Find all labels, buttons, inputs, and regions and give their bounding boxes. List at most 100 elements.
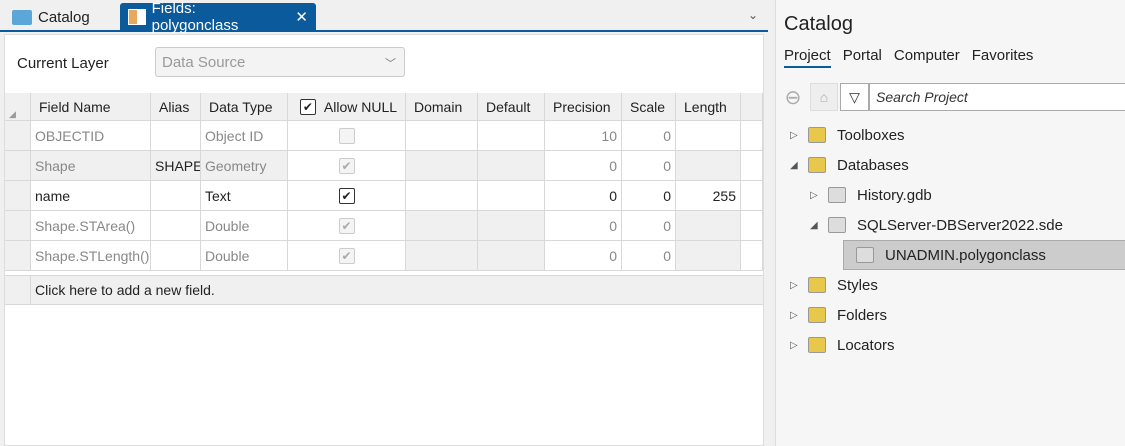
tree-item[interactable]: ▷ Folders (776, 300, 1125, 330)
tab-computer[interactable]: Computer (894, 47, 960, 68)
row-header[interactable] (5, 121, 31, 150)
cell-scale[interactable]: 0 (622, 241, 676, 270)
cell-default[interactable] (478, 211, 545, 240)
cell-precision[interactable]: 0 (545, 181, 622, 210)
column-header[interactable]: ✔ Allow NULL (288, 93, 406, 120)
cell-alias[interactable] (151, 181, 201, 210)
table-row[interactable]: name Text ✔ 0 0 255 (5, 181, 763, 211)
cell-default[interactable] (478, 121, 545, 150)
column-header[interactable]: Field Name (31, 93, 151, 120)
cell-allow-null[interactable]: ✔ (288, 181, 406, 210)
tab-fields[interactable]: Fields: polygonclass ✕ (120, 0, 316, 34)
cell-length[interactable]: 255 (676, 181, 741, 210)
close-icon[interactable]: ✕ (295, 8, 308, 26)
checkbox-checked-icon[interactable]: ✔ (338, 247, 355, 264)
checkbox-checked-icon[interactable]: ✔ (338, 187, 355, 204)
checkbox-checked-icon[interactable]: ✔ (338, 157, 355, 174)
cell-name[interactable]: name (31, 181, 151, 210)
column-header[interactable]: Data Type (201, 93, 288, 120)
row-header[interactable] (5, 241, 31, 270)
tree-item[interactable]: ▷ Locators (776, 330, 1125, 360)
cell-precision[interactable]: 0 (545, 151, 622, 180)
cell-type[interactable]: Double (201, 241, 288, 270)
cell-precision[interactable]: 10 (545, 121, 622, 150)
select-all-corner[interactable]: ◢ (5, 93, 31, 120)
cell-alias[interactable] (151, 121, 201, 150)
column-header[interactable]: Domain (406, 93, 478, 120)
cell-length[interactable] (676, 241, 741, 270)
search-input[interactable]: Search Project (869, 83, 1125, 111)
collapse-icon[interactable]: ◢ (810, 220, 818, 231)
cell-allow-null[interactable] (288, 121, 406, 150)
expand-icon[interactable]: ▷ (790, 130, 798, 141)
tree-item[interactable]: ◢ Databases (776, 150, 1125, 180)
cell-domain[interactable] (406, 151, 478, 180)
collapse-icon[interactable]: ◢ (790, 160, 798, 171)
table-row[interactable]: Shape.STLength() Double ✔ 0 0 (5, 241, 763, 271)
cell-scale[interactable]: 0 (622, 211, 676, 240)
cell-alias[interactable] (151, 211, 201, 240)
table-row[interactable]: Shape.STArea() Double ✔ 0 0 (5, 211, 763, 241)
expand-icon[interactable]: ▷ (790, 280, 798, 291)
cell-name[interactable]: Shape (31, 151, 151, 180)
cell-name[interactable]: Shape.STLength() (31, 241, 151, 270)
tree-item[interactable]: ◢ SQLServer-DBServer2022.sde (776, 210, 1125, 240)
add-field-row[interactable]: Click here to add a new field. (5, 275, 763, 305)
table-row[interactable]: Shape SHAPE Geometry ✔ 0 0 (5, 151, 763, 181)
tab-portal[interactable]: Portal (843, 47, 882, 68)
cell-domain[interactable] (406, 211, 478, 240)
row-header[interactable] (5, 151, 31, 180)
tree-item[interactable]: UNADMIN.polygonclass (776, 240, 1125, 270)
checkbox-checked-icon[interactable]: ✔ (299, 98, 316, 115)
row-header[interactable] (5, 181, 31, 210)
cell-length[interactable] (676, 211, 741, 240)
cell-default[interactable] (478, 151, 545, 180)
checkbox-unchecked-icon[interactable] (338, 127, 355, 144)
column-header[interactable]: Default (478, 93, 545, 120)
cell-domain[interactable] (406, 241, 478, 270)
chevron-down-icon[interactable]: ⌄ (748, 8, 758, 22)
column-header[interactable]: Alias (151, 93, 201, 120)
cell-alias[interactable]: SHAPE (151, 151, 201, 180)
cell-scale[interactable]: 0 (622, 151, 676, 180)
cell-default[interactable] (478, 241, 545, 270)
back-icon[interactable]: ⊖ (780, 83, 806, 111)
cell-domain[interactable] (406, 121, 478, 150)
cell-scale[interactable]: 0 (622, 121, 676, 150)
tree-item[interactable]: ▷ History.gdb (776, 180, 1125, 210)
tab-project[interactable]: Project (784, 47, 831, 68)
tree-item[interactable]: ▷ Toolboxes (776, 120, 1125, 150)
row-header[interactable] (5, 211, 31, 240)
cell-length[interactable] (676, 151, 741, 180)
column-header[interactable]: Scale (622, 93, 676, 120)
cell-alias[interactable] (151, 241, 201, 270)
cell-type[interactable]: Object ID (201, 121, 288, 150)
cell-type[interactable]: Geometry (201, 151, 288, 180)
cell-type[interactable]: Double (201, 211, 288, 240)
expand-icon[interactable]: ▷ (810, 190, 818, 201)
cell-name[interactable]: Shape.STArea() (31, 211, 151, 240)
cell-precision[interactable]: 0 (545, 211, 622, 240)
column-header[interactable]: Length (676, 93, 741, 120)
cell-allow-null[interactable]: ✔ (288, 211, 406, 240)
filter-icon[interactable]: ▽ (840, 83, 869, 111)
cell-allow-null[interactable]: ✔ (288, 151, 406, 180)
expand-icon[interactable]: ▷ (790, 340, 798, 351)
current-layer-select[interactable]: Data Source ﹀ (155, 47, 405, 77)
cell-domain[interactable] (406, 181, 478, 210)
home-icon[interactable]: ⌂ (810, 83, 838, 111)
cell-length[interactable] (676, 121, 741, 150)
cell-scale[interactable]: 0 (622, 181, 676, 210)
cell-precision[interactable]: 0 (545, 241, 622, 270)
tab-favorites[interactable]: Favorites (972, 47, 1034, 68)
tab-catalog[interactable]: Catalog (4, 3, 98, 31)
cell-allow-null[interactable]: ✔ (288, 241, 406, 270)
cell-type[interactable]: Text (201, 181, 288, 210)
cell-default[interactable] (478, 181, 545, 210)
tree-item[interactable]: ▷ Styles (776, 270, 1125, 300)
checkbox-checked-icon[interactable]: ✔ (338, 217, 355, 234)
expand-icon[interactable]: ▷ (790, 310, 798, 321)
column-header[interactable]: Precision (545, 93, 622, 120)
add-field-text[interactable]: Click here to add a new field. (31, 276, 731, 304)
table-row[interactable]: OBJECTID Object ID 10 0 (5, 121, 763, 151)
